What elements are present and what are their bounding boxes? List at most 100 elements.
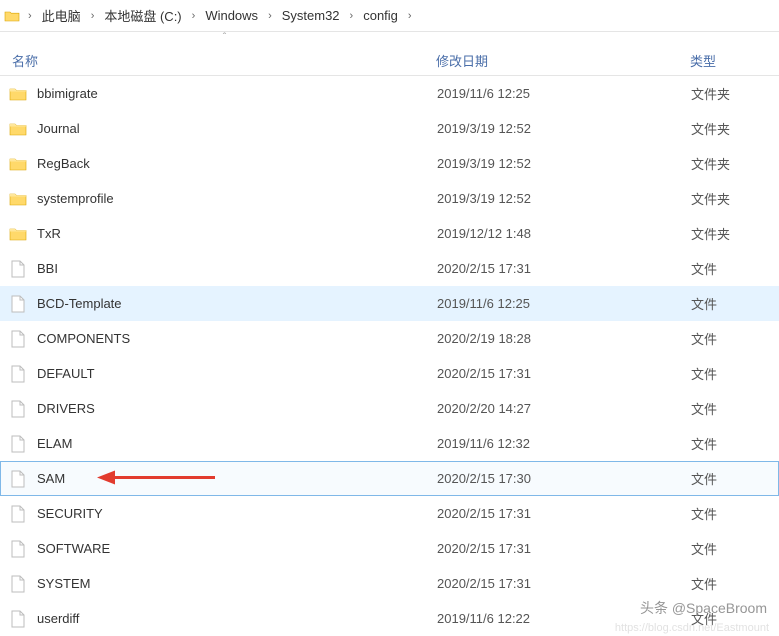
file-name: Journal bbox=[37, 121, 80, 136]
file-icon bbox=[9, 295, 27, 313]
folder-icon bbox=[9, 85, 27, 103]
file-date: 2020/2/15 17:31 bbox=[437, 506, 691, 521]
column-header-type[interactable]: 类型 bbox=[690, 51, 771, 70]
file-row[interactable]: Journal2019/3/19 12:52文件夹 bbox=[0, 111, 779, 146]
chevron-right-icon[interactable]: › bbox=[350, 10, 354, 22]
file-row[interactable]: SECURITY2020/2/15 17:31文件 bbox=[0, 496, 779, 531]
file-type: 文件 bbox=[691, 364, 770, 383]
file-name-cell: SOFTWARE bbox=[9, 540, 437, 558]
file-name-cell: SECURITY bbox=[9, 505, 437, 523]
file-date: 2020/2/19 18:28 bbox=[437, 331, 691, 346]
file-type: 文件 bbox=[691, 399, 770, 418]
file-row[interactable]: BCD-Template 2019/11/6 12:25文件 bbox=[0, 286, 779, 321]
watermark-url: https://blog.csdn.net/Eastmount bbox=[615, 622, 769, 634]
chevron-right-icon[interactable]: › bbox=[192, 10, 196, 22]
breadcrumb[interactable]: › 此电脑 › 本地磁盘 (C:) › Windows › System32 ›… bbox=[0, 0, 779, 32]
file-name: DEFAULT bbox=[37, 366, 95, 381]
file-date: 2019/12/12 1:48 bbox=[437, 226, 691, 241]
file-date: 2020/2/15 17:31 bbox=[437, 576, 691, 591]
file-row[interactable]: TxR 2019/12/12 1:48文件夹 bbox=[0, 216, 779, 251]
file-date: 2019/11/6 12:25 bbox=[437, 296, 691, 311]
file-name-cell: Journal bbox=[9, 120, 437, 138]
file-type: 文件夹 bbox=[691, 119, 770, 138]
file-date: 2019/3/19 12:52 bbox=[437, 191, 691, 206]
file-row[interactable]: RegBack2019/3/19 12:52文件夹 bbox=[0, 146, 779, 181]
file-date: 2020/2/15 17:31 bbox=[437, 541, 691, 556]
file-name: BCD-Template bbox=[37, 296, 122, 311]
file-name-cell: SAM bbox=[9, 470, 437, 488]
file-row[interactable]: BBI 2020/2/15 17:31文件 bbox=[0, 251, 779, 286]
file-icon bbox=[9, 540, 27, 558]
file-name-cell: bbimigrate bbox=[9, 85, 437, 103]
file-type: 文件 bbox=[691, 574, 770, 593]
file-icon bbox=[9, 330, 27, 348]
watermark-text: 头条 @SpaceBroom bbox=[640, 598, 767, 618]
folder-icon bbox=[9, 225, 27, 243]
file-type: 文件夹 bbox=[691, 84, 770, 103]
file-date: 2019/3/19 12:52 bbox=[437, 156, 691, 171]
file-icon bbox=[9, 575, 27, 593]
folder-icon bbox=[9, 120, 27, 138]
file-icon bbox=[9, 610, 27, 628]
chevron-right-icon[interactable]: › bbox=[28, 10, 32, 22]
file-name: SAM bbox=[37, 471, 65, 486]
file-row[interactable]: systemprofile 2019/3/19 12:52文件夹 bbox=[0, 181, 779, 216]
file-icon bbox=[9, 470, 27, 488]
file-date: 2020/2/15 17:31 bbox=[437, 366, 691, 381]
file-name-cell: ELAM bbox=[9, 435, 437, 453]
file-name: RegBack bbox=[37, 156, 90, 171]
file-type: 文件 bbox=[691, 469, 770, 488]
column-header-date[interactable]: 修改日期 bbox=[436, 51, 690, 70]
sort-ascending-icon: ˆ bbox=[223, 32, 226, 43]
crumb-config[interactable]: config bbox=[359, 6, 402, 25]
file-name: BBI bbox=[37, 261, 58, 276]
chevron-right-icon[interactable]: › bbox=[91, 10, 95, 22]
file-row[interactable]: bbimigrate 2019/11/6 12:25文件夹 bbox=[0, 76, 779, 111]
file-type: 文件 bbox=[691, 539, 770, 558]
crumb-windows[interactable]: Windows bbox=[201, 6, 262, 25]
file-icon bbox=[9, 260, 27, 278]
file-date: 2020/2/20 14:27 bbox=[437, 401, 691, 416]
chevron-right-icon[interactable]: › bbox=[408, 10, 412, 22]
file-name-cell: DRIVERS bbox=[9, 400, 437, 418]
column-header-name[interactable]: 名称 bbox=[8, 51, 436, 70]
file-icon bbox=[9, 435, 27, 453]
file-name: DRIVERS bbox=[37, 401, 95, 416]
file-row[interactable]: SOFTWARE2020/2/15 17:31文件 bbox=[0, 531, 779, 566]
file-name: ELAM bbox=[37, 436, 72, 451]
file-row[interactable]: SAM 2020/2/15 17:30文件 bbox=[0, 461, 779, 496]
crumb-local-disk-c[interactable]: 本地磁盘 (C:) bbox=[100, 4, 185, 27]
file-name: TxR bbox=[37, 226, 61, 241]
file-icon bbox=[9, 400, 27, 418]
crumb-this-pc[interactable]: 此电脑 bbox=[38, 4, 85, 27]
file-type: 文件 bbox=[691, 294, 770, 313]
file-row[interactable]: DEFAULT 2020/2/15 17:31文件 bbox=[0, 356, 779, 391]
file-type: 文件 bbox=[691, 259, 770, 278]
file-type: 文件夹 bbox=[691, 189, 770, 208]
crumb-system32[interactable]: System32 bbox=[278, 6, 344, 25]
file-name-cell: SYSTEM bbox=[9, 575, 437, 593]
file-name-cell: RegBack bbox=[9, 155, 437, 173]
file-name-cell: BCD-Template bbox=[9, 295, 437, 313]
file-name: bbimigrate bbox=[37, 86, 98, 101]
file-row[interactable]: COMPONENTS2020/2/19 18:28文件 bbox=[0, 321, 779, 356]
file-row[interactable]: ELAM2019/11/6 12:32文件 bbox=[0, 426, 779, 461]
file-date: 2020/2/15 17:30 bbox=[437, 471, 691, 486]
column-headers: 名称 修改日期 类型 bbox=[0, 46, 779, 76]
file-name: userdiff bbox=[37, 611, 79, 626]
file-type: 文件夹 bbox=[691, 224, 770, 243]
file-name: systemprofile bbox=[37, 191, 114, 206]
file-row[interactable]: DRIVERS 2020/2/20 14:27文件 bbox=[0, 391, 779, 426]
file-row[interactable]: SYSTEM2020/2/15 17:31文件 bbox=[0, 566, 779, 601]
folder-icon bbox=[9, 155, 27, 173]
file-date: 2019/11/6 12:25 bbox=[437, 86, 691, 101]
file-name: SECURITY bbox=[37, 506, 103, 521]
breadcrumb-folder-icon bbox=[4, 8, 20, 24]
file-name-cell: TxR bbox=[9, 225, 437, 243]
file-icon bbox=[9, 365, 27, 383]
sort-indicator-row: ˆ bbox=[0, 32, 779, 46]
folder-icon bbox=[9, 190, 27, 208]
chevron-right-icon[interactable]: › bbox=[268, 10, 272, 22]
file-name-cell: DEFAULT bbox=[9, 365, 437, 383]
file-date: 2020/2/15 17:31 bbox=[437, 261, 691, 276]
